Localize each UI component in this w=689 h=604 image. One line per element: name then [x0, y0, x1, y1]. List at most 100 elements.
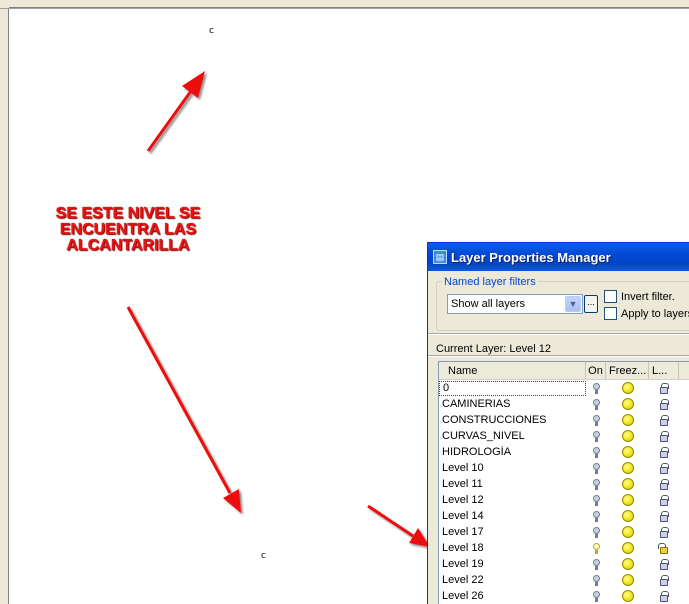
sun-icon[interactable]: [621, 590, 634, 602]
lock-icon[interactable]: [660, 414, 669, 426]
table-row[interactable]: Level 14: [439, 508, 689, 524]
chevron-down-icon[interactable]: ▼: [565, 296, 581, 312]
lightbulb-icon[interactable]: [592, 526, 600, 538]
table-row[interactable]: Level 12: [439, 492, 689, 508]
lightbulb-icon[interactable]: [592, 398, 600, 410]
arrow-head: [182, 71, 205, 98]
lock-icon[interactable]: [660, 526, 669, 538]
layer-lock-cell: [649, 478, 679, 490]
lightbulb-icon[interactable]: [592, 462, 600, 474]
layer-on-cell: [586, 574, 606, 586]
layer-name: 0: [439, 380, 586, 396]
annotation-line: SE ESTE NIVEL SE: [55, 205, 201, 222]
current-layer: Current Layer: Level 12: [436, 343, 551, 355]
checkbox-box[interactable]: [604, 307, 617, 320]
sun-icon[interactable]: [621, 526, 634, 538]
layer-properties-dialog: ▤ Layer Properties Manager Named layer f…: [427, 242, 689, 604]
filter-select[interactable]: Show all layers ▼: [447, 294, 583, 314]
lock-icon[interactable]: [660, 430, 669, 442]
invert-filter-label: Invert filter.: [621, 290, 675, 303]
canvas-top-border: [0, 0, 689, 9]
lock-icon[interactable]: [660, 574, 669, 586]
lock-icon[interactable]: [660, 478, 669, 490]
layer-on-cell: [586, 590, 606, 602]
column-header-lock[interactable]: L...: [649, 362, 679, 379]
sun-icon[interactable]: [621, 446, 634, 458]
layer-name: CAMINERIAS: [442, 398, 511, 410]
sun-icon[interactable]: [621, 574, 634, 586]
lightbulb-icon[interactable]: [592, 510, 600, 522]
table-row[interactable]: Level 18: [439, 540, 689, 556]
lightbulb-icon[interactable]: [592, 494, 600, 506]
layer-name: CONSTRUCCIONES: [442, 414, 547, 426]
layer-on-cell: [586, 510, 606, 522]
layer-on-cell: [586, 558, 606, 570]
table-row[interactable]: CONSTRUCCIONES: [439, 412, 689, 428]
column-header-freeze[interactable]: Freez...: [606, 362, 649, 379]
sun-icon[interactable]: [621, 478, 634, 490]
layer-list[interactable]: Name On Freez... L... 0 CAMINERIAS CONSTRU…: [438, 361, 689, 604]
lock-icon[interactable]: [660, 446, 669, 458]
sun-icon[interactable]: [621, 382, 634, 394]
table-row[interactable]: HIDROLOGÍA: [439, 444, 689, 460]
dialog-titlebar[interactable]: ▤ Layer Properties Manager: [428, 243, 689, 271]
layer-lock-cell: [649, 510, 679, 522]
layer-name: CURVAS_NIVEL: [442, 430, 525, 442]
layer-lock-cell: [649, 382, 679, 394]
sun-icon[interactable]: [621, 494, 634, 506]
annotation-line: ENCUENTRA LAS: [59, 221, 197, 238]
lock-icon[interactable]: [660, 510, 669, 522]
lock-icon[interactable]: [660, 558, 669, 570]
sun-icon[interactable]: [621, 558, 634, 570]
lightbulb-icon[interactable]: [592, 590, 600, 602]
layer-name: Level 18: [442, 542, 484, 554]
table-row[interactable]: Level 22: [439, 572, 689, 588]
filter-browse-button[interactable]: ...: [584, 295, 598, 313]
table-row[interactable]: CURVAS_NIVEL: [439, 428, 689, 444]
sun-icon[interactable]: [621, 510, 634, 522]
canvas-left-border: [0, 9, 9, 604]
lock-icon[interactable]: [660, 590, 669, 602]
lock-icon[interactable]: [660, 382, 669, 394]
lightbulb-icon[interactable]: [592, 414, 600, 426]
unlock-icon[interactable]: [658, 542, 668, 554]
sun-icon[interactable]: [621, 398, 634, 410]
lock-icon[interactable]: [660, 398, 669, 410]
lightbulb-icon[interactable]: [592, 574, 600, 586]
layer-on-cell: [586, 542, 606, 554]
lock-icon[interactable]: [660, 462, 669, 474]
column-header-name[interactable]: Name: [439, 362, 586, 379]
layer-on-cell: [586, 462, 606, 474]
layer-freeze-cell: [606, 542, 649, 554]
apply-to-layers-checkbox[interactable]: Apply to layers: [604, 307, 689, 320]
lightbulb-icon[interactable]: [592, 430, 600, 442]
invert-filter-checkbox[interactable]: Invert filter.: [604, 290, 675, 303]
table-row[interactable]: 0: [439, 380, 689, 396]
layer-freeze-cell: [606, 494, 649, 506]
lock-icon[interactable]: [660, 494, 669, 506]
column-header-on[interactable]: On: [586, 362, 606, 379]
sun-icon[interactable]: [621, 462, 634, 474]
lightbulb-icon[interactable]: [592, 542, 600, 554]
table-row[interactable]: Level 10: [439, 460, 689, 476]
sun-icon[interactable]: [621, 430, 634, 442]
layer-lock-cell: [649, 414, 679, 426]
table-row[interactable]: Level 26: [439, 588, 689, 604]
table-row[interactable]: Level 19: [439, 556, 689, 572]
named-filters-label: Named layer filters: [442, 276, 538, 288]
sun-icon[interactable]: [621, 542, 634, 554]
lightbulb-icon[interactable]: [592, 446, 600, 458]
lightbulb-icon[interactable]: [592, 558, 600, 570]
layer-lock-cell: [649, 526, 679, 538]
layer-name: Level 14: [442, 510, 484, 522]
checkbox-box[interactable]: [604, 290, 617, 303]
current-layer-label: Current Layer:: [436, 343, 507, 355]
layers-app-icon: ▤: [433, 250, 447, 264]
table-row[interactable]: Level 11: [439, 476, 689, 492]
layer-on-cell: [586, 382, 606, 394]
table-row[interactable]: CAMINERIAS: [439, 396, 689, 412]
sun-icon[interactable]: [621, 414, 634, 426]
table-row[interactable]: Level 17: [439, 524, 689, 540]
lightbulb-icon[interactable]: [592, 382, 600, 394]
lightbulb-icon[interactable]: [592, 478, 600, 490]
